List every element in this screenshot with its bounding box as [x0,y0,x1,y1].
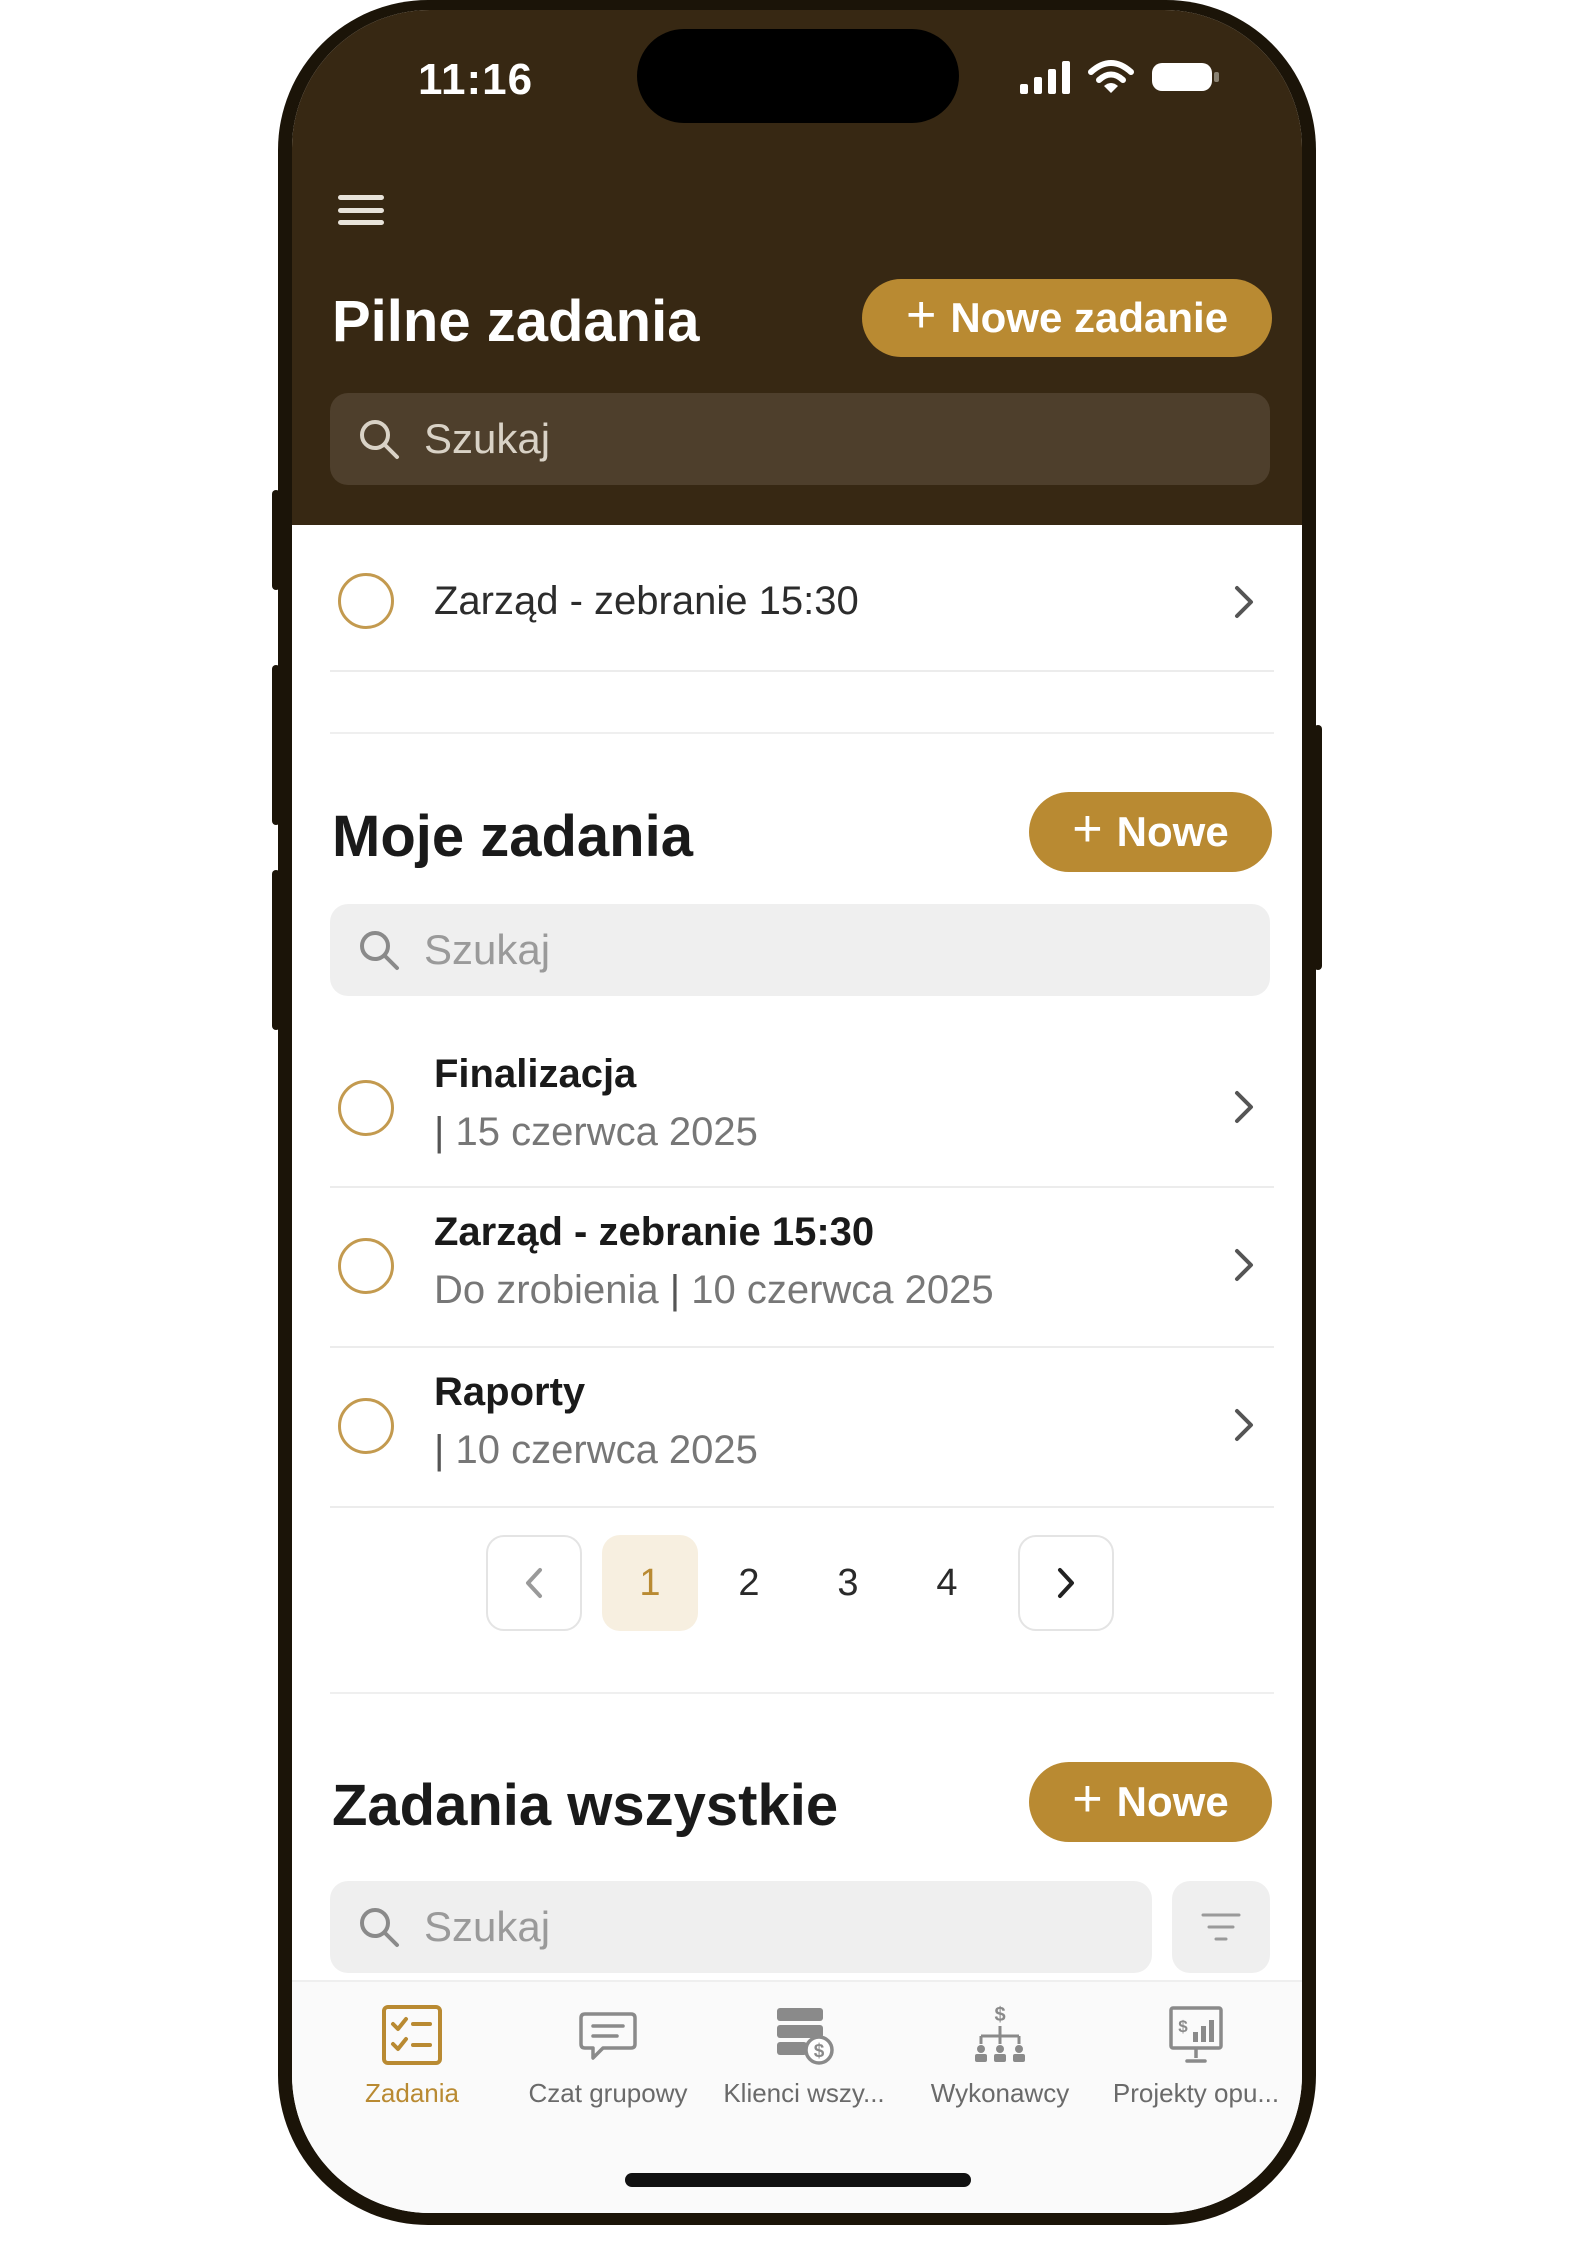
task-meta: | 15 czerwca 2025 [434,1110,758,1155]
urgent-search-field[interactable] [330,393,1270,485]
chat-bubble-icon [579,2012,637,2060]
all-tasks-title: Zadania wszystkie [332,1773,839,1838]
phone-screen: 11:16 Pilne zadania + Nowe zadanie Szuka… [292,10,1302,2213]
new-my-task-button[interactable]: + Nowe [1029,792,1272,872]
task-title: Raporty [434,1370,586,1414]
org-chart-money-icon: $ [975,2004,1025,2062]
task-row[interactable]: Raporty | 10 czerwca 2025 [330,1348,1274,1508]
tab-label: Zadania [365,2078,459,2108]
plus-icon: + [1072,800,1103,858]
all-tasks-search-field[interactable] [330,1881,1152,1973]
chevron-right-icon [1058,1568,1074,1598]
status-icons [1020,60,1220,94]
new-all-task-button[interactable]: + Nowe [1029,1762,1272,1842]
search-icon [360,420,399,459]
section-divider [330,732,1274,734]
urgent-search-input[interactable] [422,414,1270,464]
task-row[interactable]: Zarząd - zebranie 15:30 Do zrobienia | 1… [330,1188,1274,1348]
chevron-left-icon [526,1568,542,1598]
filter-button[interactable] [1172,1881,1270,1973]
task-meta: Do zrobienia | 10 czerwca 2025 [434,1268,994,1313]
tab-projekty[interactable]: $ Projekty opu... [1096,2004,1296,2109]
task-date: 15 czerwca 2025 [455,1110,758,1154]
tab-zadania[interactable]: Zadania [312,2004,512,2109]
chevron-right-icon [1235,1249,1253,1281]
wifi-icon [1088,60,1134,93]
task-meta-separator: | [669,1268,681,1312]
tasks-checklist-icon [382,2005,442,2065]
task-meta-separator: | [434,1428,445,1472]
pagination: 1 2 3 4 [292,1535,1302,1635]
page-button-2[interactable]: 2 [701,1535,797,1631]
task-row[interactable]: Finalizacja | 15 czerwca 2025 [330,1028,1274,1188]
tab-label: Klienci wszy... [723,2078,885,2108]
new-my-task-label: Nowe [1116,808,1229,855]
chevron-right-icon [1235,1409,1253,1441]
header: 11:16 Pilne zadania + Nowe zadanie Szuka… [292,10,1302,525]
tab-klienci[interactable]: $ Klienci wszy... [704,2004,904,2109]
status-time: 11:16 [418,55,534,104]
next-page-button[interactable] [1018,1535,1114,1631]
task-meta: | 10 czerwca 2025 [434,1428,758,1473]
new-urgent-task-button[interactable]: + Nowe zadanie [862,279,1272,357]
presentation-chart-icon: $ [1169,2006,1223,2063]
filter-icon [1201,1913,1241,1941]
urgent-tasks-title: Pilne zadania [332,289,700,354]
search-icon [360,1908,399,1947]
chevron-right-icon [1235,1091,1253,1123]
svg-text:$: $ [1178,2017,1188,2036]
task-date: 10 czerwca 2025 [691,1268,994,1312]
task-status: Do zrobienia [434,1268,659,1312]
task-checkbox[interactable] [338,1080,394,1136]
page-button-1[interactable]: 1 [602,1535,698,1631]
task-title: Finalizacja [434,1052,637,1096]
plus-icon: + [905,286,937,344]
new-urgent-task-label: Nowe zadanie [950,294,1229,341]
dynamic-island [637,29,959,123]
section-divider [330,1692,1274,1694]
tab-label: Wykonawcy [930,2078,1070,2108]
clients-money-icon: $ [777,2008,834,2065]
chevron-right-icon [1235,586,1253,618]
task-meta-separator: | [434,1110,445,1154]
search-icon [360,931,399,970]
svg-text:$: $ [814,2041,825,2062]
home-indicator[interactable] [625,2173,971,2187]
my-tasks-title: Moje zadania [332,804,693,869]
page-button-3[interactable]: 3 [800,1535,896,1631]
all-tasks-search-input[interactable] [422,1902,1152,1952]
task-date: 10 czerwca 2025 [455,1428,758,1472]
page-button-4[interactable]: 4 [899,1535,995,1631]
task-checkbox[interactable] [338,573,394,629]
my-tasks-search-field[interactable] [330,904,1270,996]
task-title: Zarząd - zebranie 15:30 [434,1210,875,1254]
prev-page-button[interactable] [486,1535,582,1631]
volume-down-button [272,870,280,1030]
urgent-task-row[interactable]: Zarząd - zebranie 15:30 [330,537,1274,672]
urgent-task-label: Zarząd - zebranie 15:30 [434,579,859,623]
action-button [272,490,280,590]
power-button [1314,725,1322,970]
task-checkbox[interactable] [338,1398,394,1454]
volume-up-button [272,665,280,825]
hamburger-menu-icon[interactable] [336,185,386,235]
plus-icon: + [1072,1770,1103,1828]
battery-icon [1152,63,1219,91]
new-all-task-label: Nowe [1116,1778,1229,1825]
my-tasks-search-input[interactable] [422,925,1270,975]
tab-label: Czat grupowy [528,2078,688,2108]
tab-wykonawcy[interactable]: $ Wykonawcy [900,2004,1100,2109]
tab-czat-grupowy[interactable]: Czat grupowy [508,2004,708,2109]
svg-text:$: $ [994,2004,1005,2026]
signal-icon [1020,61,1070,94]
task-checkbox[interactable] [338,1238,394,1294]
tab-label: Projekty opu... [1112,2078,1280,2108]
